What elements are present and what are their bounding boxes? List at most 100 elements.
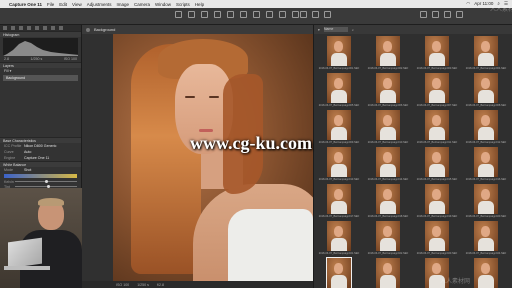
pan-icon[interactable] <box>214 11 221 18</box>
help-icon[interactable] <box>456 11 463 18</box>
menu-image[interactable]: Image <box>117 2 130 7</box>
capture-icon[interactable] <box>188 11 195 18</box>
thumbnail-image[interactable] <box>376 147 400 177</box>
menu-adjustments[interactable]: Adjustments <box>87 2 112 7</box>
thumbnail-item[interactable]: 2018-06-07_BeiCampaign028.NEF <box>464 257 508 288</box>
thumbnail-item[interactable]: 2018-06-07_BeiCampaign017.NEF <box>317 183 361 220</box>
engine-value[interactable]: Capture One 11 <box>24 156 49 160</box>
menu-camera[interactable]: Camera <box>134 2 150 7</box>
layer-background[interactable]: Background <box>3 75 78 81</box>
thumbnail-image[interactable] <box>474 73 498 103</box>
thumbnail-image[interactable] <box>474 36 498 66</box>
thumbnail-image[interactable] <box>474 147 498 177</box>
thumbnail-item[interactable]: 2018-06-07_BeiCampaign012.NEF <box>464 109 508 146</box>
thumbnail-item[interactable]: 2018-06-07_BeiCampaign003.NEF <box>415 35 459 72</box>
wifi-icon[interactable]: ◠ <box>466 1 470 7</box>
thumbnail-item[interactable]: 2018-06-07_BeiCampaign005.NEF <box>317 72 361 109</box>
thumbnail-item[interactable]: 2018-06-07_BeiCampaign025.NEF <box>317 257 361 288</box>
thumbnail-image[interactable] <box>376 184 400 214</box>
portrait-photo[interactable] <box>113 34 313 281</box>
thumbnail-item[interactable]: 2018-06-07_BeiCampaign013.NEF <box>317 146 361 183</box>
thumbnail-image[interactable] <box>327 221 351 251</box>
library-tab-icon[interactable] <box>3 26 7 30</box>
search-icon[interactable]: ⌕ <box>352 28 354 32</box>
menu-view[interactable]: View <box>72 2 82 7</box>
thumbnail-item[interactable]: 2018-06-07_BeiCampaign020.NEF <box>464 183 508 220</box>
sort-select[interactable]: Name <box>323 27 348 32</box>
keystone-icon[interactable] <box>253 11 260 18</box>
thumbnail-image[interactable] <box>474 258 498 288</box>
import-icon[interactable] <box>175 11 182 18</box>
menu-window[interactable]: Window <box>155 2 171 7</box>
curve-value[interactable]: Auto <box>24 150 31 154</box>
rotate-icon[interactable] <box>240 11 247 18</box>
thumbnail-image[interactable] <box>376 221 400 251</box>
thumbnail-image[interactable] <box>425 147 449 177</box>
thumbnail-item[interactable]: 2018-06-07_BeiCampaign022.NEF <box>366 220 410 257</box>
grid-view-icon[interactable] <box>420 11 427 18</box>
export-icon[interactable] <box>444 11 451 18</box>
thumbnail-image[interactable] <box>425 73 449 103</box>
thumbnail-item[interactable]: 2018-06-07_BeiCampaign023.NEF <box>415 220 459 257</box>
thumbnail-image[interactable] <box>425 184 449 214</box>
menu-edit[interactable]: Edit <box>59 2 67 7</box>
thumbnail-image[interactable] <box>425 221 449 251</box>
thumbnail-item[interactable]: 2018-06-07_BeiCampaign011.NEF <box>415 109 459 146</box>
picker-icon[interactable] <box>292 11 299 18</box>
thumbnail-image[interactable] <box>327 36 351 66</box>
layer-fill[interactable]: Fill ▾ <box>4 69 11 73</box>
thumbnail-item[interactable]: 2018-06-07_BeiCampaign009.NEF <box>317 109 361 146</box>
thumbnail-item[interactable]: 2018-06-07_BeiCampaign024.NEF <box>464 220 508 257</box>
thumbnail-image[interactable] <box>425 110 449 140</box>
thumbnail-image[interactable] <box>474 221 498 251</box>
kelvin-knob[interactable] <box>44 179 48 183</box>
variant-dot-icon[interactable] <box>86 27 90 32</box>
capture-tab-icon[interactable] <box>11 26 15 30</box>
layer-fill-row[interactable]: Fill ▾ <box>0 68 81 74</box>
histogram-header[interactable]: Histogram <box>0 31 81 37</box>
thumbnail-image[interactable] <box>326 257 352 288</box>
reset-icon[interactable] <box>324 11 331 18</box>
cursor-icon[interactable] <box>201 11 208 18</box>
menu-help[interactable]: Help <box>195 2 204 7</box>
thumbnail-item[interactable]: 2018-06-07_BeiCampaign018.NEF <box>366 183 410 220</box>
filter-icon[interactable]: ▾ <box>318 28 320 32</box>
crop-icon[interactable] <box>227 11 234 18</box>
thumbnail-item[interactable]: 2018-06-07_BeiCampaign026.NEF <box>366 257 410 288</box>
thumbnail-item[interactable]: 2018-06-07_BeiCampaign015.NEF <box>415 146 459 183</box>
wb-mode-value[interactable]: Shot <box>24 168 31 172</box>
thumbnail-image[interactable] <box>425 36 449 66</box>
thumbnail-item[interactable]: 2018-06-07_BeiCampaign021.NEF <box>317 220 361 257</box>
thumbnail-item[interactable]: 2018-06-07_BeiCampaign007.NEF <box>415 72 459 109</box>
color-tab-icon[interactable] <box>27 26 31 30</box>
wb-swatch[interactable] <box>4 174 77 178</box>
thumbnail-image[interactable] <box>327 73 351 103</box>
thumbnail-item[interactable]: 2018-06-07_BeiCampaign006.NEF <box>366 72 410 109</box>
viewer[interactable]: Background ISO 100 1/250 s f/2.8 <box>82 25 313 288</box>
exposure-tab-icon[interactable] <box>35 26 39 30</box>
copy-icon[interactable] <box>300 11 307 18</box>
menu-scripts[interactable]: Scripts <box>176 2 190 7</box>
lens-tab-icon[interactable] <box>19 26 23 30</box>
thumbnail-item[interactable]: 2018-06-07_BeiCampaign010.NEF <box>366 109 410 146</box>
thumbnail-image[interactable] <box>376 36 400 66</box>
thumbnail-image[interactable] <box>474 110 498 140</box>
menu-file[interactable]: File <box>47 2 54 7</box>
thumbnail-item[interactable]: 2018-06-07_BeiCampaign001.NEF <box>317 35 361 72</box>
thumbnail-image[interactable] <box>376 73 400 103</box>
thumbnail-image[interactable] <box>376 258 400 288</box>
thumbnail-image[interactable] <box>376 110 400 140</box>
wb-mode-row[interactable]: Mode Shot <box>0 167 81 173</box>
list-view-icon[interactable] <box>432 11 439 18</box>
viewer-tab[interactable]: Background <box>94 27 115 32</box>
thumbnail-item[interactable]: 2018-06-07_BeiCampaign019.NEF <box>415 183 459 220</box>
adjust-tab-icon[interactable] <box>51 26 55 30</box>
thumbnail-item[interactable]: 2018-06-07_BeiCampaign016.NEF <box>464 146 508 183</box>
apply-icon[interactable] <box>312 11 319 18</box>
brush-icon[interactable] <box>266 11 273 18</box>
thumbnail-image[interactable] <box>474 184 498 214</box>
icc-value[interactable]: Nikon D800 Generic <box>24 144 56 148</box>
thumbnail-item[interactable]: 2018-06-07_BeiCampaign014.NEF <box>366 146 410 183</box>
thumbnail-image[interactable] <box>327 110 351 140</box>
menu-app-name[interactable]: Capture One 11 <box>9 2 42 7</box>
